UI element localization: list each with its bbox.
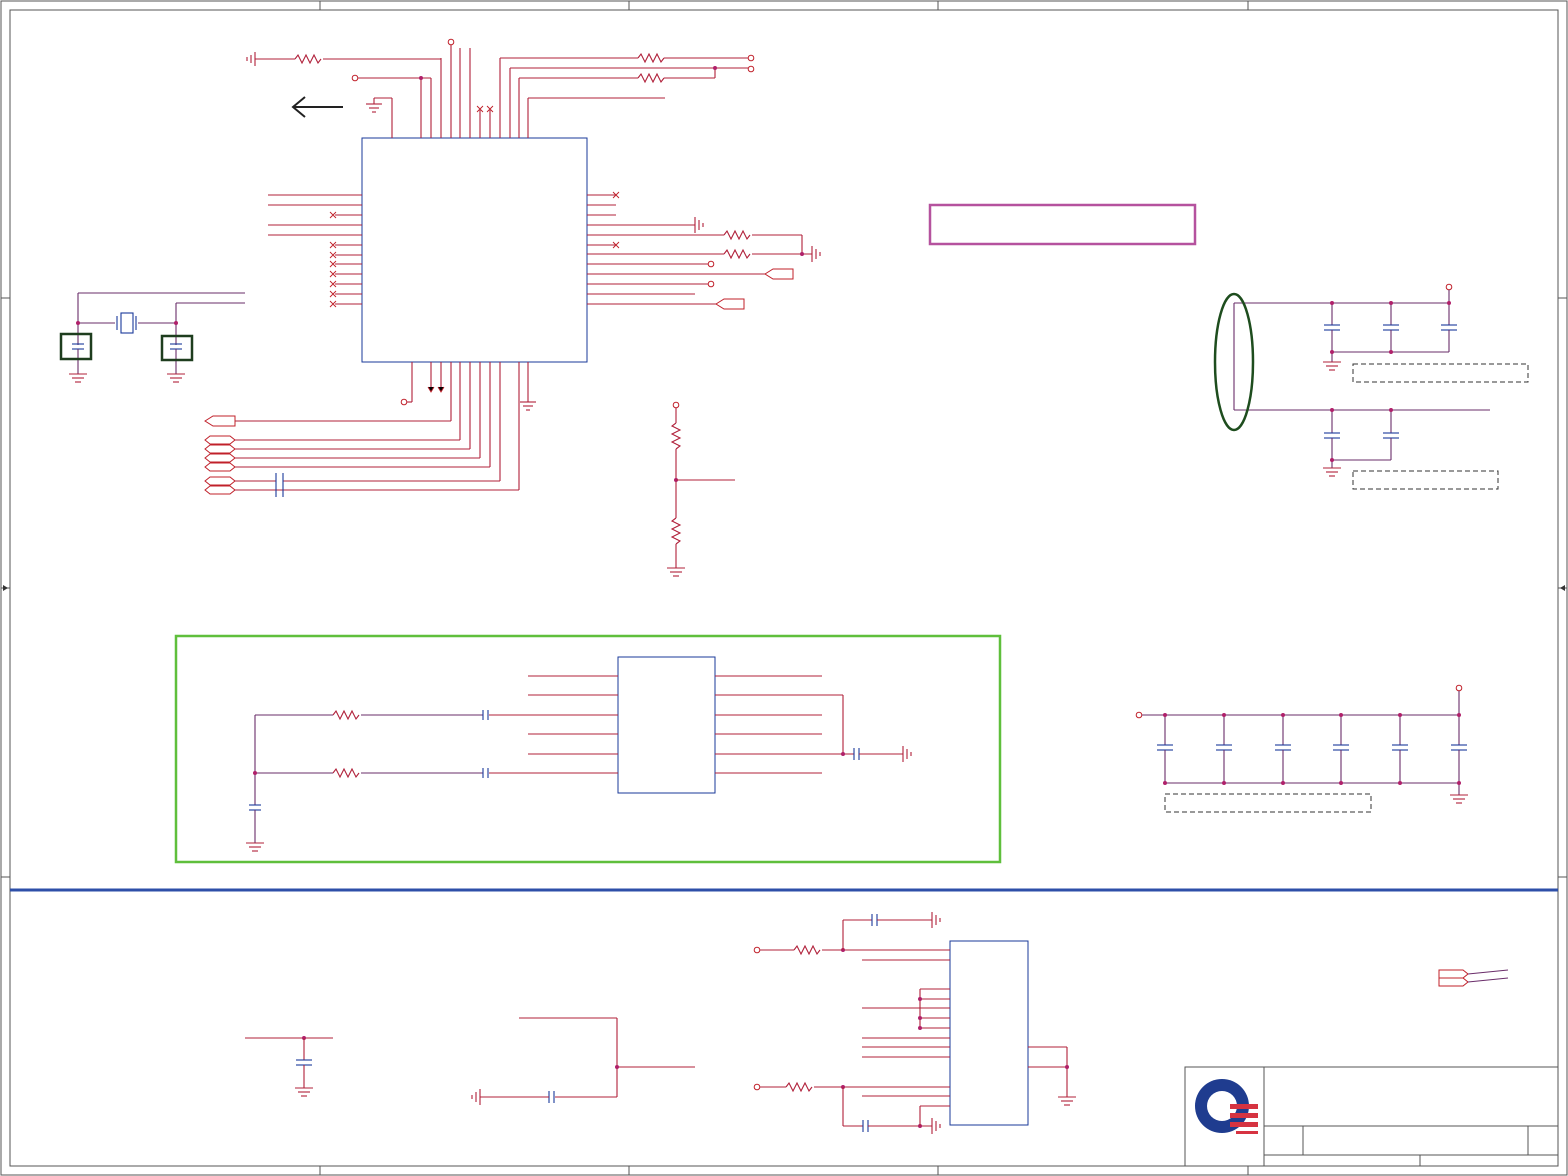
offpage-connector — [1438, 969, 1509, 987]
crystal-circuit — [59, 292, 245, 383]
lower-mid-circuit — [471, 1017, 695, 1105]
bypass-capacitor — [1216, 713, 1232, 785]
bypass-capacitor — [1392, 713, 1408, 785]
ic-right-pins — [587, 191, 821, 310]
voltage-divider — [667, 401, 735, 577]
sheet-frame — [0, 0, 1568, 1176]
arrow-left-icon — [291, 96, 343, 118]
ic-bottom-pins — [204, 362, 536, 497]
bypass-capacitor — [1157, 713, 1173, 785]
decoupling-caps-top — [1213, 283, 1529, 490]
company-logo — [1195, 1079, 1258, 1134]
crystal-cap-highlight-left — [59, 332, 93, 361]
schematic-sheet — [0, 0, 1568, 1176]
bypass-capacitor — [1275, 713, 1291, 785]
title-block — [1184, 1066, 1559, 1167]
main-ic — [361, 137, 588, 363]
bypass-capacitor — [1333, 713, 1349, 785]
bypass-capacitor — [1451, 713, 1467, 785]
crystal-cap-highlight-right — [160, 334, 194, 362]
green-region — [174, 634, 1002, 864]
magenta-highlight-box — [928, 203, 1197, 246]
ic-top-pins — [246, 38, 755, 138]
decoupling-caps-bottom — [1135, 684, 1468, 813]
ic-left-pins — [268, 194, 362, 308]
lower-left-cap — [245, 1036, 333, 1097]
lower-ic — [753, 912, 1076, 1134]
